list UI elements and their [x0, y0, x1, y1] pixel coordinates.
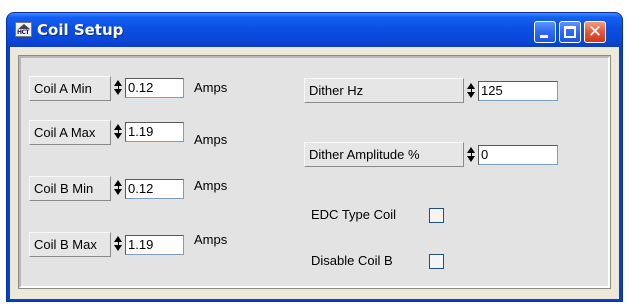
window-title: Coil Setup: [37, 21, 124, 39]
minimize-icon: [540, 35, 548, 38]
coil-b-max-spinner[interactable]: [114, 234, 123, 254]
coil-b-min-unit: Amps: [194, 178, 228, 193]
coil-b-min-spinner[interactable]: [114, 178, 123, 198]
coil-a-min-spinner[interactable]: [114, 78, 123, 98]
coil-b-min-label: Coil B Min: [29, 176, 111, 201]
coil-a-max-label: Coil A Max: [29, 120, 111, 145]
spin-down-icon[interactable]: [467, 156, 475, 162]
close-icon: ✕: [587, 22, 603, 42]
coil-a-min-unit: Amps: [194, 80, 228, 95]
spin-down-icon[interactable]: [114, 189, 122, 195]
spin-down-icon[interactable]: [467, 92, 475, 98]
window-client-area: Coil A Min 0.12 Amps Coil A Max 1.19 Amp…: [10, 47, 619, 299]
dither-amplitude-spinner[interactable]: [467, 145, 476, 165]
spin-down-icon[interactable]: [114, 245, 122, 251]
coil-a-max-input[interactable]: 1.19: [125, 122, 184, 142]
spin-down-icon[interactable]: [114, 133, 122, 139]
coil-b-max-input[interactable]: 1.19: [125, 235, 184, 255]
coil-b-max-unit: Amps: [194, 232, 228, 247]
dither-amplitude-input[interactable]: 0: [478, 145, 558, 165]
coil-b-max-label: Coil B Max: [29, 232, 111, 257]
dither-hz-spinner[interactable]: [467, 81, 476, 101]
edc-type-coil-checkbox[interactable]: [429, 208, 444, 223]
maximize-button[interactable]: [559, 21, 581, 43]
minimize-button[interactable]: [534, 21, 556, 43]
disable-coil-b-label: Disable Coil B: [311, 253, 393, 268]
coil-b-min-input[interactable]: 0.12: [125, 179, 184, 199]
dither-hz-input[interactable]: 125: [478, 81, 558, 101]
app-house-icon[interactable]: HCT: [15, 22, 32, 37]
dither-amplitude-label: Dither Amplitude %: [304, 142, 464, 167]
coil-a-min-input[interactable]: 0.12: [125, 78, 184, 98]
close-button[interactable]: ✕: [584, 21, 606, 43]
coil-a-max-unit: Amps: [194, 132, 228, 147]
disable-coil-b-checkbox[interactable]: [429, 254, 444, 269]
settings-panel: Coil A Min 0.12 Amps Coil A Max 1.19 Amp…: [18, 55, 611, 289]
spin-down-icon[interactable]: [114, 89, 122, 95]
maximize-icon: [564, 26, 576, 38]
edc-type-coil-label: EDC Type Coil: [311, 207, 397, 222]
dither-hz-label: Dither Hz: [304, 78, 464, 103]
coil-a-max-spinner[interactable]: [114, 122, 123, 142]
title-bar[interactable]: HCT Coil Setup ✕: [7, 13, 622, 47]
coil-a-min-label: Coil A Min: [29, 76, 111, 101]
coil-setup-window: HCT Coil Setup ✕ Coil A Min 0.12 Amps Co…: [6, 12, 623, 302]
app-icon-text: HCT: [17, 29, 30, 36]
